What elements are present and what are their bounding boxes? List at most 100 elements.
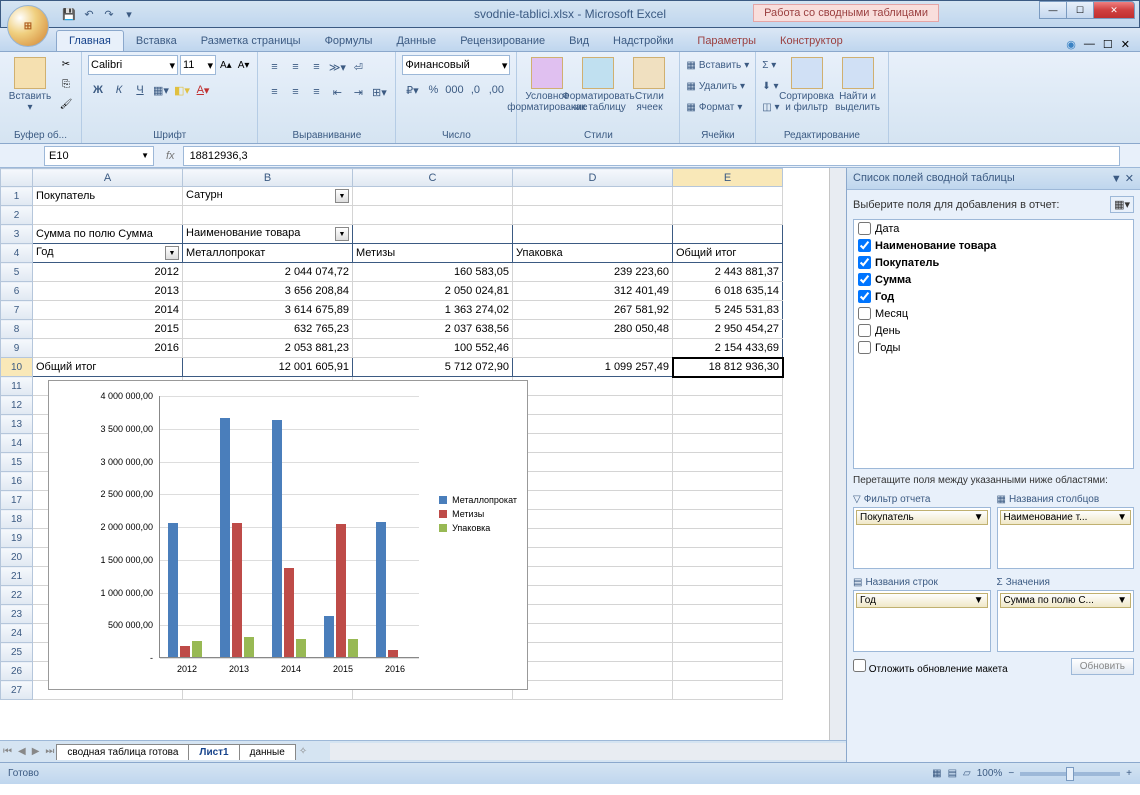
vertical-scrollbar[interactable] [829,168,846,740]
dec-decimal-icon[interactable]: ,00 [486,80,506,100]
percent-icon[interactable]: % [423,80,443,100]
active-cell[interactable]: 18 812 936,30 [673,358,783,377]
field-checkbox[interactable]: Покупатель [854,254,1133,271]
format-painter-icon[interactable]: 🖌 [57,95,75,113]
border-button[interactable]: ▦▾ [151,80,171,100]
area-filter-box[interactable]: Покупатель▼ [853,507,991,569]
sheet-tab[interactable]: сводная таблица готова [56,744,189,760]
tab-data[interactable]: Данные [384,31,448,51]
tab-home[interactable]: Главная [56,30,124,51]
fill-color-button[interactable]: ◧▾ [172,80,192,100]
office-button[interactable]: ⊞ [7,5,49,47]
zoom-slider[interactable] [1020,772,1120,776]
field-checkbox[interactable]: Год [854,288,1133,305]
filter-dropdown-icon[interactable]: ▼ [335,189,349,203]
filter-field-pill[interactable]: Покупатель▼ [856,510,988,525]
indent-dec-icon[interactable]: ⇤ [327,82,347,102]
view-layout-icon[interactable]: ▤ [948,768,957,779]
worksheet-grid[interactable]: A B C D E 1 Покупатель Сатурн▼ 2 3 Сумма… [0,168,846,740]
italic-button[interactable]: К [109,80,129,100]
help-icon[interactable]: ◉ [1066,38,1076,51]
tab-addins[interactable]: Надстройки [601,31,685,51]
name-box[interactable]: E10▼ [44,146,154,166]
col-filter-icon[interactable]: ▼ [335,227,349,241]
align-top-icon[interactable]: ≡ [264,57,284,77]
defer-update-checkbox[interactable]: Отложить обновление макета [853,659,1008,675]
tab-options[interactable]: Параметры [685,31,768,51]
format-as-table-button[interactable]: Форматировать как таблицу [574,55,622,115]
undo-icon[interactable]: ↶ [81,6,97,22]
col-header-e[interactable]: E [673,169,783,187]
new-sheet-icon[interactable]: ✧ [296,746,310,757]
underline-button[interactable]: Ч [130,80,150,100]
fx-icon[interactable]: fx [158,150,183,162]
align-middle-icon[interactable]: ≡ [285,57,305,77]
area-vals-box[interactable]: Сумма по полю С...▼ [997,590,1135,652]
tab-design[interactable]: Конструктор [768,31,855,51]
horizontal-scrollbar[interactable] [330,743,846,760]
cut-icon[interactable]: ✂ [57,55,75,73]
tab-view[interactable]: Вид [557,31,601,51]
view-break-icon[interactable]: ▱ [963,768,971,779]
update-button[interactable]: Обновить [1071,658,1134,675]
tab-review[interactable]: Рецензирование [448,31,557,51]
field-list-box[interactable]: Дата Наименование товара Покупатель Сумм… [853,219,1134,469]
col-header-a[interactable]: A [33,169,183,187]
vals-field-pill[interactable]: Сумма по полю С...▼ [1000,593,1132,608]
restore-window-icon[interactable]: ☐ [1103,38,1113,51]
tab-formulas[interactable]: Формулы [313,31,385,51]
zoom-label[interactable]: 100% [977,768,1003,779]
sheet-tab[interactable]: данные [239,744,296,760]
sort-filter-button[interactable]: Сортировка и фильтр [783,55,831,115]
orientation-icon[interactable]: ≫▾ [327,57,347,77]
font-name-combo[interactable]: Calibri▾ [88,55,178,75]
col-header-c[interactable]: C [353,169,513,187]
comma-icon[interactable]: 000 [444,80,464,100]
field-list-close-icon[interactable]: ✕ [1125,173,1134,185]
view-normal-icon[interactable]: ▦ [932,768,941,779]
tab-layout[interactable]: Разметка страницы [189,31,313,51]
copy-icon[interactable]: ⎘ [57,75,75,93]
formula-input[interactable]: 18812936,3 [183,146,1120,166]
field-checkbox[interactable]: Наименование товара [854,237,1133,254]
font-color-button[interactable]: A▾ [193,80,213,100]
minimize-ribbon-icon[interactable]: — [1084,38,1095,51]
area-cols-box[interactable]: Наименование т...▼ [997,507,1135,569]
field-checkbox[interactable]: Дата [854,220,1133,237]
close-button[interactable]: ✕ [1093,1,1135,19]
tab-nav-prev-icon[interactable]: ◀ [15,746,29,757]
bold-button[interactable]: Ж [88,80,108,100]
area-rows-box[interactable]: Год▼ [853,590,991,652]
col-header-b[interactable]: B [183,169,353,187]
align-right-icon[interactable]: ≡ [306,82,326,102]
row-filter-icon[interactable]: ▼ [165,246,179,260]
zoom-in-icon[interactable]: + [1126,768,1132,779]
tab-nav-first-icon[interactable]: ⏮ [0,746,15,757]
indent-inc-icon[interactable]: ⇥ [348,82,368,102]
currency-icon[interactable]: ₽▾ [402,80,422,100]
inc-decimal-icon[interactable]: ,0 [465,80,485,100]
tab-insert[interactable]: Вставка [124,31,189,51]
tab-nav-last-icon[interactable]: ⏭ [42,746,57,757]
layout-options-icon[interactable]: ▦▾ [1110,196,1134,213]
shrink-font-icon[interactable]: A▾ [236,60,252,71]
field-checkbox[interactable]: День [854,322,1133,339]
field-checkbox[interactable]: Месяц [854,305,1133,322]
sheet-tab-active[interactable]: Лист1 [188,744,239,760]
font-size-combo[interactable]: 11▾ [180,55,216,75]
cols-field-pill[interactable]: Наименование т...▼ [1000,510,1132,525]
minimize-button[interactable]: — [1039,1,1067,19]
field-list-dropdown-icon[interactable]: ▼ [1111,173,1122,185]
insert-cells-button[interactable]: ▦ Вставить ▾ [686,55,749,75]
align-left-icon[interactable]: ≡ [264,82,284,102]
align-center-icon[interactable]: ≡ [285,82,305,102]
clear-icon[interactable]: ◫ ▾ [762,97,779,117]
qat-dropdown-icon[interactable]: ▾ [121,6,137,22]
merge-button[interactable]: ⊞▾ [369,82,389,102]
maximize-button[interactable]: ☐ [1066,1,1094,19]
close-workbook-icon[interactable]: ✕ [1121,38,1130,51]
paste-button[interactable]: Вставить▾ [6,55,54,115]
cell-b1[interactable]: Сатурн▼ [183,187,353,206]
zoom-out-icon[interactable]: − [1008,768,1014,779]
embedded-chart[interactable]: МеталлопрокатМетизыУпаковка -500 000,001… [48,380,528,690]
